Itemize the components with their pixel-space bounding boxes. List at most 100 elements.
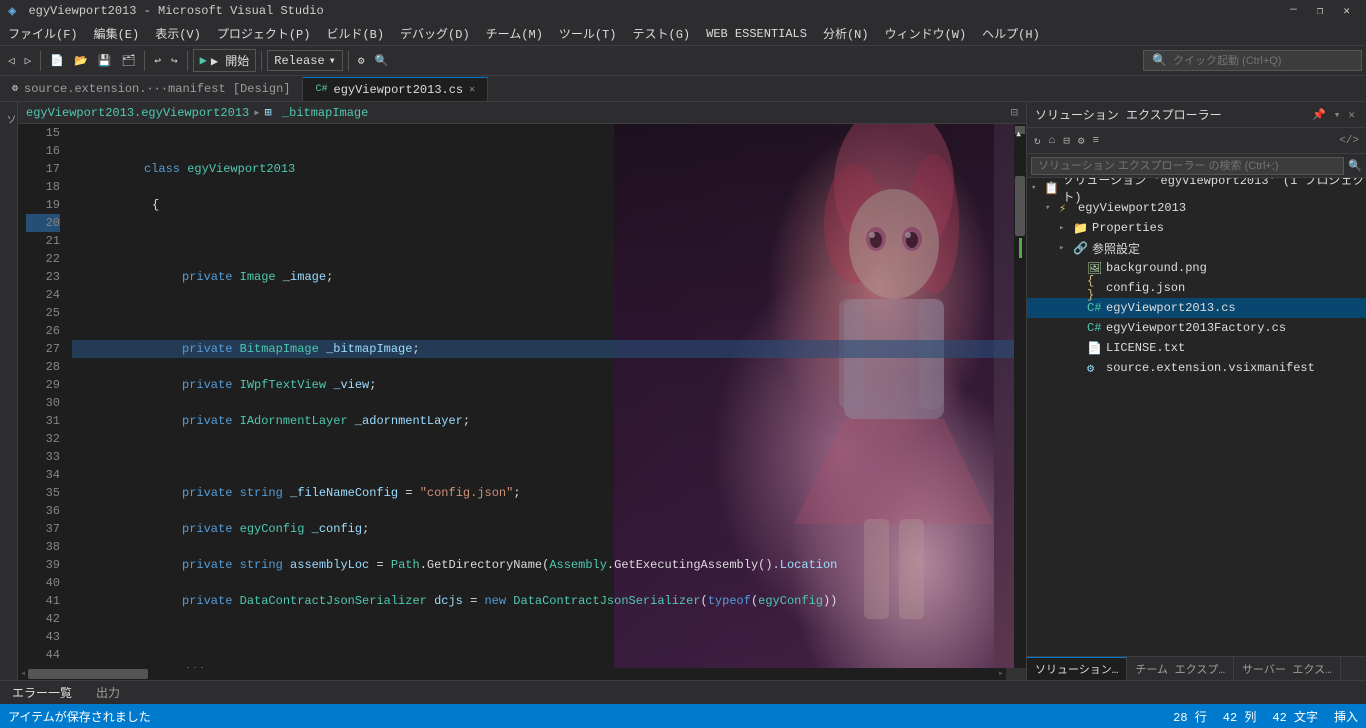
tree-manifest-file[interactable]: ⚙ source.extension.vsixmanifest	[1027, 358, 1366, 378]
menu-help[interactable]: ヘルプ(H)	[974, 22, 1048, 45]
code-editor[interactable]: class egyViewport2013 { private Image _i…	[68, 124, 1014, 668]
toolbar-redo-btn[interactable]: ↪	[167, 52, 182, 70]
se-close-icon[interactable]: ✕	[1345, 107, 1358, 123]
breadcrumb-separator: ▸	[253, 105, 260, 120]
code-text[interactable]: class egyViewport2013 { private Image _i…	[68, 124, 1014, 668]
toolbar-saveall-btn[interactable]: 🗂	[117, 52, 139, 70]
references-icon: 🔗	[1073, 241, 1089, 256]
status-col[interactable]: 42 列	[1223, 708, 1257, 725]
tab-close-icon[interactable]: ✕	[469, 84, 475, 96]
se-tab-server[interactable]: サーバー エクス…	[1234, 657, 1341, 680]
menu-edit[interactable]: 編集(E)	[86, 22, 148, 45]
expand-references-icon: ▸	[1059, 243, 1073, 253]
toolbar-back-btn[interactable]: ◁	[4, 52, 19, 70]
menu-web-essentials[interactable]: WEB ESSENTIALS	[698, 22, 815, 45]
json-file-icon: { }	[1087, 274, 1103, 302]
se-search-icon[interactable]: 🔍	[1348, 159, 1362, 173]
maximize-button[interactable]: ❐	[1309, 2, 1332, 20]
tree-factory-cs[interactable]: C# egyViewport2013Factory.cs	[1027, 318, 1366, 338]
menu-debug[interactable]: デバッグ(D)	[392, 22, 478, 45]
status-message: アイテムが保存されました	[8, 708, 151, 725]
status-row[interactable]: 28 行	[1173, 708, 1207, 725]
quick-launch-input[interactable]	[1173, 55, 1353, 67]
run-label: ▶ 開始	[211, 52, 249, 69]
close-button[interactable]: ✕	[1335, 2, 1358, 20]
title-bar: ◈ egyViewport2013 - Microsoft Visual Stu…	[0, 0, 1366, 22]
tab-cs-file[interactable]: C# egyViewport2013.cs ✕	[303, 77, 488, 101]
toolbar-new-btn[interactable]: 📄	[46, 52, 68, 70]
toolbar-open-btn[interactable]: 📂	[70, 52, 92, 70]
toolbar-sep-4	[261, 51, 262, 71]
se-dropdown-icon[interactable]: ▾	[1331, 107, 1344, 123]
menu-view[interactable]: 表示(V)	[147, 22, 209, 45]
chevron-down-icon: ▾	[329, 53, 336, 68]
se-tree: ▾ 📋 ソリューション 'egyViewport2013' (1 プロジェクト)…	[1027, 178, 1366, 656]
menu-window[interactable]: ウィンドウ(W)	[877, 22, 975, 45]
code-line: class egyViewport2013	[72, 160, 1014, 178]
menu-test[interactable]: テスト(G)	[625, 22, 699, 45]
se-tab-team[interactable]: チーム エクスプ…	[1127, 657, 1234, 680]
vscroll-up-arrow[interactable]: ▴	[1015, 126, 1025, 134]
hscrollbar-track[interactable]	[28, 669, 996, 679]
se-title: ソリューション エクスプローラー	[1035, 106, 1309, 123]
se-pin-icon[interactable]: 📌	[1309, 107, 1329, 123]
toolbar-undo-btn[interactable]: ↩	[150, 52, 165, 70]
toolbar-misc-1[interactable]: ⚙	[354, 52, 369, 70]
toolbar-forward-btn[interactable]: ▷	[21, 52, 36, 70]
menu-project[interactable]: プロジェクト(P)	[209, 22, 319, 45]
tree-config-json[interactable]: { } config.json	[1027, 278, 1366, 298]
configuration-dropdown[interactable]: Release ▾	[267, 50, 343, 71]
code-area: − 15 16 17 18 19 20 21 22 23 24 25	[18, 124, 1026, 668]
breadcrumb-method-label[interactable]: _bitmapImage	[282, 106, 368, 120]
menu-team[interactable]: チーム(M)	[478, 22, 551, 45]
status-chars[interactable]: 42 文字	[1272, 708, 1318, 725]
minimize-button[interactable]: —	[1282, 2, 1305, 20]
hscroll-right-arrow[interactable]: ▸	[996, 668, 1006, 680]
properties-label: Properties	[1092, 221, 1164, 235]
vscroll-thumb[interactable]	[1015, 176, 1025, 236]
bottom-tab-errors[interactable]: エラー一覧	[8, 682, 76, 703]
tree-cs-file[interactable]: C# egyViewport2013.cs	[1027, 298, 1366, 318]
tab-manifest[interactable]: ⚙ source.extension.···manifest [Design]	[0, 77, 303, 101]
toolbar-save-btn[interactable]: 💾	[94, 52, 116, 70]
hscroll-left-arrow[interactable]: ◂	[18, 668, 28, 680]
se-toolbar-refresh[interactable]: ↻	[1031, 132, 1044, 150]
se-toolbar-expand[interactable]: ≡	[1089, 133, 1102, 149]
manifest-file-icon: ⚙	[12, 83, 18, 95]
se-toolbar-settings[interactable]: ⚙	[1075, 132, 1088, 150]
menu-analyze[interactable]: 分析(N)	[815, 22, 877, 45]
bottom-tab-output[interactable]: 出力	[92, 682, 124, 703]
manifest-label: source.extension.vsixmanifest	[1106, 361, 1315, 375]
hscroll-thumb[interactable]	[28, 669, 148, 679]
server-explorer-icon[interactable]: ソ	[0, 112, 18, 126]
tree-properties[interactable]: ▸ 📁 Properties	[1027, 218, 1366, 238]
configuration-label: Release	[274, 54, 324, 68]
tree-license-txt[interactable]: 📄 LICENSE.txt	[1027, 338, 1366, 358]
code-line: private DataContractJsonSerializer dcjs …	[72, 592, 1014, 610]
se-toolbar-filter[interactable]: ⊟	[1060, 132, 1073, 150]
se-search-input[interactable]	[1031, 157, 1344, 175]
se-tab-solution[interactable]: ソリューション…	[1027, 657, 1127, 680]
breadcrumb-class[interactable]: egyViewport2013.egyViewport2013	[26, 106, 249, 120]
se-toolbar-home[interactable]: ⌂	[1046, 133, 1059, 149]
se-toolbar-code-view[interactable]: </>	[1336, 133, 1362, 149]
cs-file-icon-tree: C#	[1087, 301, 1103, 315]
tree-solution[interactable]: ▾ 📋 ソリューション 'egyViewport2013' (1 プロジェクト)	[1027, 178, 1366, 198]
status-mode[interactable]: 挿入	[1334, 708, 1358, 725]
quick-launch-icon: 🔍	[1152, 53, 1167, 68]
menu-file[interactable]: ファイル(F)	[0, 22, 86, 45]
status-bar: アイテムが保存されました 28 行 42 列 42 文字 挿入	[0, 704, 1366, 728]
license-label: LICENSE.txt	[1106, 341, 1185, 355]
toolbar-misc-2[interactable]: 🔍	[371, 52, 393, 70]
tree-references[interactable]: ▸ 🔗 参照設定	[1027, 238, 1366, 258]
config-json-label: config.json	[1106, 281, 1185, 295]
tree-background-png[interactable]: 🖼 background.png	[1027, 258, 1366, 278]
menu-tools[interactable]: ツール(T)	[551, 22, 625, 45]
editor-vscrollbar[interactable]: ▴	[1014, 124, 1026, 668]
expand-properties-icon: ▸	[1059, 223, 1073, 233]
factory-cs-label: egyViewport2013Factory.cs	[1106, 321, 1286, 335]
menu-build[interactable]: ビルド(B)	[318, 22, 392, 45]
run-button[interactable]: ▶ ▶ 開始	[193, 49, 257, 72]
collapse-icon[interactable]: ⊟	[1011, 105, 1018, 120]
project-icon: ⚡	[1059, 201, 1075, 216]
